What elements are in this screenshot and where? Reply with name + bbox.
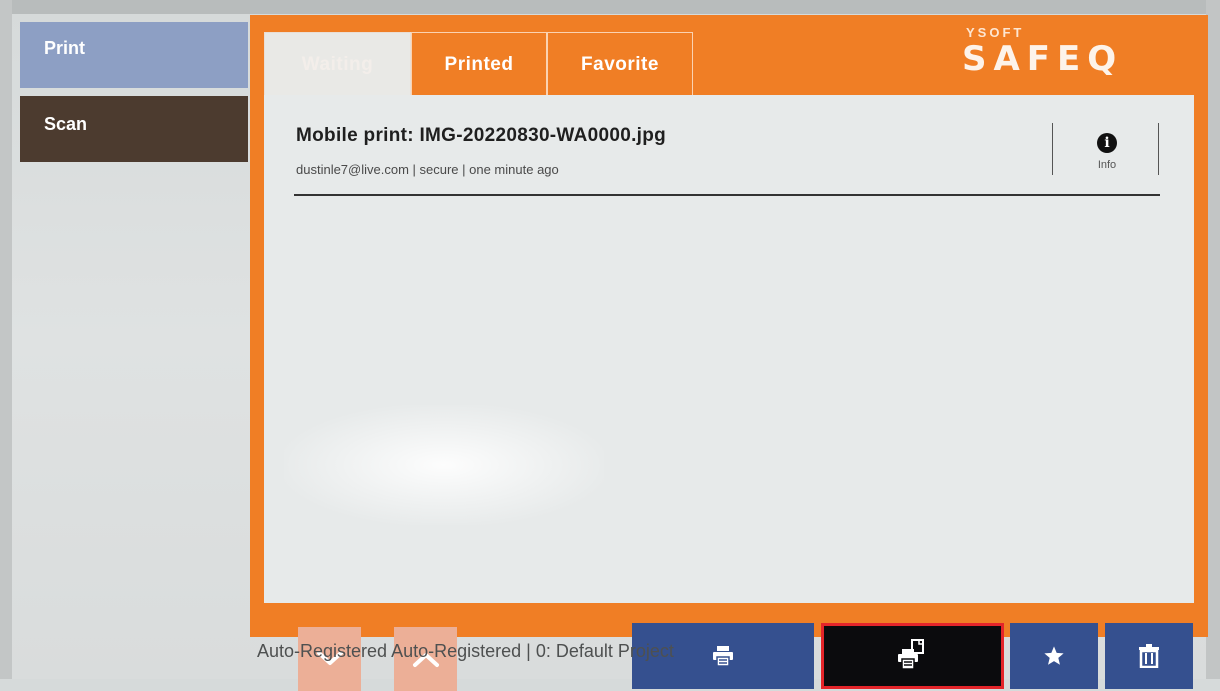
nav-scan-button[interactable]: Scan [20, 96, 248, 162]
info-icon: i [1097, 133, 1117, 153]
tab-favorite[interactable]: Favorite [547, 32, 693, 97]
tab-waiting[interactable]: Waiting [264, 32, 411, 97]
job-title[interactable]: Mobile print: IMG-20220830-WA0000.jpg [296, 125, 666, 147]
print-and-keep-button[interactable] [821, 623, 1004, 689]
screen-glare [284, 405, 604, 525]
nav-print-label: Print [44, 38, 86, 58]
trash-icon [1139, 644, 1159, 668]
job-meta: dustinle7@live.com | secure | one minute… [296, 162, 559, 177]
screen-bezel-left [0, 0, 12, 679]
status-footer: Auto-Registered Auto-Registered | 0: Def… [257, 641, 674, 661]
tab-favorite-label: Favorite [581, 53, 659, 75]
printer-copy-icon [897, 639, 924, 670]
info-label: Info [1097, 159, 1117, 171]
brand-company: YSOFT [966, 25, 1025, 40]
tab-waiting-label: Waiting [301, 53, 374, 75]
printer-icon [713, 646, 733, 667]
screen-bezel-top [0, 0, 1220, 14]
tab-printed[interactable]: Printed [411, 32, 547, 97]
brand-logo: YSOFT SAFEQ [960, 23, 1196, 93]
brand-product: SAFEQ [962, 39, 1124, 79]
info-divider [1158, 123, 1159, 175]
favorite-button[interactable] [1010, 623, 1098, 689]
nav-print-button[interactable]: Print [20, 22, 248, 88]
screen-bezel-right [1206, 0, 1220, 679]
job-list: Mobile print: IMG-20220830-WA0000.jpg du… [264, 95, 1194, 691]
info-divider [1052, 123, 1053, 175]
info-button[interactable]: i Info [1060, 125, 1154, 177]
job-row-separator [294, 194, 1160, 196]
delete-button[interactable] [1105, 623, 1193, 689]
nav-scan-label: Scan [44, 114, 88, 134]
job-list-panel: Waiting Printed Favorite YSOFT SAFEQ Mob… [250, 15, 1208, 691]
tab-printed-label: Printed [444, 53, 514, 75]
star-icon [1044, 646, 1064, 665]
